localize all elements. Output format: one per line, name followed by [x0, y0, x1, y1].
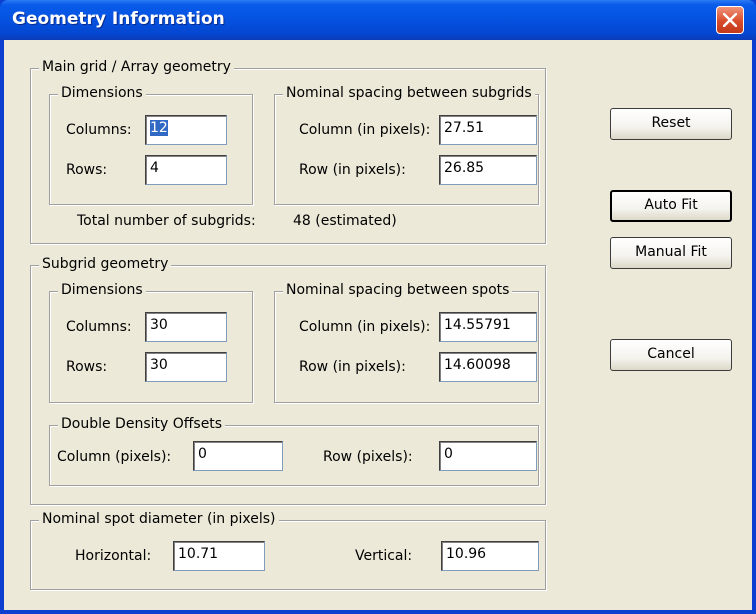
density-column-input[interactable]: 0 [193, 441, 283, 471]
main-rows-input[interactable]: 4 [145, 155, 227, 185]
total-subgrids-value: 48 (estimated) [293, 213, 397, 229]
density-row-label: Row (pixels): [323, 449, 413, 465]
subgrid-legend: Subgrid geometry [39, 256, 172, 272]
subgrid-columns-input[interactable]: 30 [145, 312, 227, 342]
subgrid-group: Subgrid geometry Dimensions Columns: 30 … [30, 256, 546, 505]
main-dimensions-group: Dimensions Columns: 12 Rows: 4 [49, 85, 253, 205]
reset-button[interactable]: Reset [610, 108, 732, 140]
manual-fit-button[interactable]: Manual Fit [610, 237, 732, 269]
spot-column-spacing-label: Column (in pixels): [299, 319, 431, 335]
spot-row-spacing-input[interactable]: 14.60098 [439, 352, 537, 382]
vertical-diameter-label: Vertical: [355, 548, 413, 564]
dialog-body: Main grid / Array geometry Dimensions Co… [4, 40, 752, 610]
subgrid-dimensions-legend: Dimensions [58, 282, 146, 298]
title-bar[interactable]: Geometry Information [0, 0, 756, 40]
spot-diameter-group: Nominal spot diameter (in pixels) Horizo… [30, 511, 546, 590]
spot-spacing-group: Nominal spacing between spots Column (in… [274, 282, 539, 403]
subgrid-rows-label: Rows: [66, 359, 108, 375]
main-columns-input[interactable]: 12 [145, 115, 227, 145]
horizontal-diameter-label: Horizontal: [75, 548, 152, 564]
main-row-spacing-input[interactable]: 26.85 [439, 155, 537, 185]
main-column-spacing-input[interactable]: 27.51 [439, 115, 537, 145]
spot-diameter-legend: Nominal spot diameter (in pixels) [39, 511, 279, 527]
density-column-label: Column (pixels): [57, 449, 172, 465]
geometry-information-dialog: Geometry Information Main grid / Array g… [0, 0, 756, 614]
spot-row-spacing-label: Row (in pixels): [299, 359, 406, 375]
subgrid-dimensions-group: Dimensions Columns: 30 Rows: 30 [49, 282, 253, 403]
main-grid-group: Main grid / Array geometry Dimensions Co… [30, 59, 546, 244]
main-columns-label: Columns: [66, 122, 132, 138]
spot-column-spacing-input[interactable]: 14.55791 [439, 312, 537, 342]
vertical-diameter-input[interactable]: 10.96 [441, 541, 539, 571]
main-column-spacing-label: Column (in pixels): [299, 122, 431, 138]
spot-spacing-legend: Nominal spacing between spots [283, 282, 513, 298]
cancel-button[interactable]: Cancel [610, 339, 732, 371]
main-spacing-group: Nominal spacing between subgrids Column … [274, 85, 539, 205]
main-dimensions-legend: Dimensions [58, 85, 146, 101]
subgrid-rows-input[interactable]: 30 [145, 352, 227, 382]
main-rows-label: Rows: [66, 162, 108, 178]
window-title: Geometry Information [12, 9, 225, 29]
main-spacing-legend: Nominal spacing between subgrids [283, 85, 535, 101]
subgrid-columns-label: Columns: [66, 319, 132, 335]
double-density-legend: Double Density Offsets [58, 416, 226, 432]
horizontal-diameter-input[interactable]: 10.71 [173, 541, 265, 571]
main-grid-legend: Main grid / Array geometry [39, 59, 234, 75]
close-button[interactable] [716, 6, 744, 34]
double-density-group: Double Density Offsets Column (pixels): … [49, 416, 539, 486]
close-icon [723, 13, 737, 27]
density-row-input[interactable]: 0 [439, 441, 537, 471]
main-row-spacing-label: Row (in pixels): [299, 162, 406, 178]
total-subgrids-label: Total number of subgrids: [77, 213, 256, 229]
auto-fit-button[interactable]: Auto Fit [610, 190, 732, 222]
